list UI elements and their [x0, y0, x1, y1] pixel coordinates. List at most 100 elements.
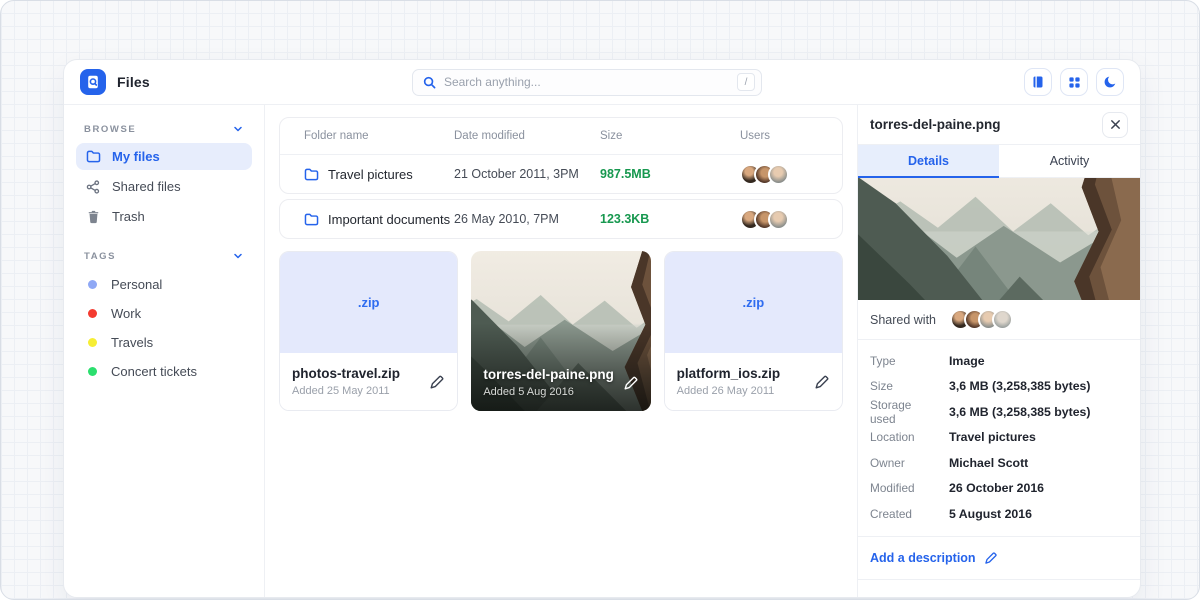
header-center: / — [150, 69, 1024, 96]
chevron-down-icon — [232, 250, 244, 262]
search-bar[interactable]: / — [412, 69, 762, 96]
detail-row-owner: Owner Michael Scott — [870, 450, 1128, 476]
search-shortcut-badge: / — [737, 73, 755, 91]
add-description-button[interactable]: Add a description — [858, 537, 1140, 580]
desktop-background: Files / — [0, 0, 1200, 600]
sidebar-item-label: Shared files — [112, 179, 181, 194]
file-cards-grid: .zip photos-travel.zip Added 25 May 2011 — [279, 251, 843, 411]
tag-label: Personal — [111, 277, 162, 292]
detail-row-storage-used: Storage used 3,6 MB (3,258,385 bytes) — [870, 399, 1128, 425]
mountain-photo-preview — [858, 178, 1140, 300]
dark-mode-button[interactable] — [1096, 68, 1124, 96]
date-modified: 21 October 2011, 3PM — [454, 167, 600, 181]
detail-row-size: Size 3,6 MB (3,258,385 bytes) — [870, 374, 1128, 400]
shared-with-section: Shared with — [858, 300, 1140, 340]
edit-pencil-icon[interactable] — [623, 375, 639, 391]
trash-icon — [85, 210, 101, 224]
details-panel: torres-del-paine.png Details Activity — [857, 105, 1140, 597]
tag-color-dot — [88, 309, 97, 318]
row-users-avatars — [740, 209, 818, 230]
browse-section-header[interactable]: BROWSE — [76, 121, 252, 143]
files-app-window: Files / — [63, 59, 1141, 598]
tab-details[interactable]: Details — [858, 145, 999, 178]
tag-label: Work — [111, 306, 141, 321]
row-users-avatars — [740, 164, 818, 185]
column-header-folder-name: Folder name — [304, 130, 454, 142]
shared-with-label: Shared with — [870, 313, 936, 327]
folder-name: Travel pictures — [328, 167, 413, 182]
file-added-date: Added 5 Aug 2016 — [483, 386, 614, 398]
notebook-icon — [1031, 75, 1045, 89]
avatar — [768, 209, 789, 230]
file-added-date: Added 26 May 2011 — [677, 385, 781, 397]
file-card-platform-ios[interactable]: .zip platform_ios.zip Added 26 May 2011 — [664, 251, 843, 411]
file-size: 123.3KB — [600, 212, 740, 226]
file-size: 987.5MB — [600, 167, 740, 181]
zip-badge: .zip — [742, 295, 764, 310]
close-panel-button[interactable] — [1102, 112, 1128, 138]
notebook-button[interactable] — [1024, 68, 1052, 96]
folder-icon — [304, 213, 319, 226]
app-logo[interactable] — [80, 69, 106, 95]
tag-item-work[interactable]: Work — [76, 299, 252, 328]
table-row[interactable]: Important documents 26 May 2010, 7PM 123… — [280, 200, 842, 238]
tags-label: TAGS — [84, 251, 116, 262]
sidebar-item-trash[interactable]: Trash — [76, 203, 252, 230]
sidebar-item-label: My files — [112, 149, 160, 164]
sidebar-item-my-files[interactable]: My files — [76, 143, 252, 170]
grid-view-button[interactable] — [1060, 68, 1088, 96]
column-header-users: Users — [740, 130, 818, 142]
file-search-icon — [85, 74, 101, 90]
moon-icon — [1103, 75, 1117, 89]
sidebar-item-label: Trash — [112, 209, 145, 224]
detail-row-type: Type Image — [870, 348, 1128, 374]
tags-section-header[interactable]: TAGS — [76, 248, 252, 270]
table-row[interactable]: Travel pictures 21 October 2011, 3PM 987… — [280, 155, 842, 193]
tag-color-dot — [88, 367, 97, 376]
avatar — [992, 309, 1013, 330]
table-header-row: Folder name Date modified Size Users — [280, 118, 842, 155]
folder-icon — [85, 150, 101, 163]
column-header-size: Size — [600, 130, 740, 142]
app-header: Files / — [64, 60, 1140, 105]
file-card-photos-travel[interactable]: .zip photos-travel.zip Added 25 May 2011 — [279, 251, 458, 411]
grid-icon — [1068, 76, 1081, 89]
header-actions — [1024, 68, 1124, 96]
search-input[interactable] — [444, 75, 737, 89]
file-details-list: Type Image Size 3,6 MB (3,258,385 bytes)… — [858, 340, 1140, 537]
edit-pencil-icon[interactable] — [814, 374, 830, 390]
close-icon — [1110, 119, 1121, 130]
detail-row-location: Location Travel pictures — [870, 425, 1128, 451]
tag-item-travels[interactable]: Travels — [76, 328, 252, 357]
add-description-label: Add a description — [870, 551, 976, 565]
search-icon — [423, 76, 436, 89]
zip-preview-area: .zip — [280, 252, 457, 353]
file-card-torres-del-paine[interactable]: torres-del-paine.png Added 5 Aug 2016 — [471, 251, 650, 411]
sidebar: BROWSE My files — [64, 105, 265, 597]
column-header-date-modified: Date modified — [454, 130, 600, 142]
tag-item-personal[interactable]: Personal — [76, 270, 252, 299]
file-name: platform_ios.zip — [677, 366, 781, 381]
main-content: Folder name Date modified Size Users Tra… — [265, 105, 857, 597]
chevron-down-icon — [232, 123, 244, 135]
tag-label: Concert tickets — [111, 364, 197, 379]
file-added-date: Added 25 May 2011 — [292, 385, 400, 397]
folder-name: Important documents — [328, 212, 450, 227]
browse-label: BROWSE — [84, 124, 136, 135]
folder-icon — [304, 168, 319, 181]
file-name: torres-del-paine.png — [483, 367, 614, 382]
tag-color-dot — [88, 280, 97, 289]
edit-pencil-icon[interactable] — [429, 374, 445, 390]
edit-pencil-icon — [984, 551, 998, 565]
file-name: photos-travel.zip — [292, 366, 400, 381]
panel-file-title: torres-del-paine.png — [870, 117, 1001, 132]
shared-with-avatars[interactable] — [950, 309, 1013, 330]
image-preview[interactable] — [858, 178, 1140, 300]
date-modified: 26 May 2010, 7PM — [454, 212, 600, 226]
zip-preview-area: .zip — [665, 252, 842, 353]
tag-item-concert-tickets[interactable]: Concert tickets — [76, 357, 252, 386]
detail-row-created: Created 5 August 2016 — [870, 501, 1128, 527]
tag-color-dot — [88, 338, 97, 347]
sidebar-item-shared-files[interactable]: Shared files — [76, 173, 252, 200]
tab-activity[interactable]: Activity — [999, 145, 1140, 178]
